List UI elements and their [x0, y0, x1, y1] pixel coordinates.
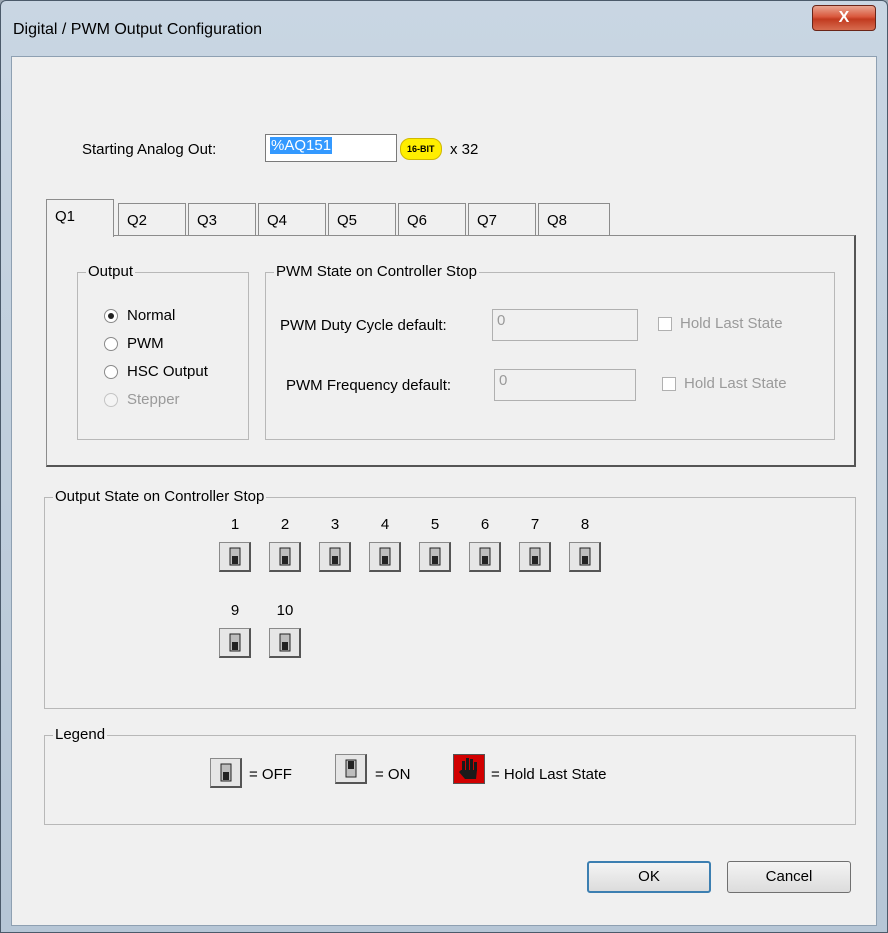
- radio-normal[interactable]: Normal: [104, 307, 175, 327]
- ok-button[interactable]: OK: [587, 861, 711, 893]
- output-number-4: 4: [380, 516, 390, 533]
- output-group-title: Output: [86, 263, 136, 280]
- starting-analog-out-label: Starting Analog Out:: [82, 141, 217, 158]
- output-switch-9[interactable]: [219, 628, 251, 658]
- switch-off-icon: [229, 633, 241, 652]
- switch-off-icon: [279, 633, 291, 652]
- switch-off-icon: [579, 547, 591, 566]
- hold-last-state-frequency-label: Hold Last State: [684, 375, 787, 392]
- hold-last-state-frequency: Hold Last State: [662, 375, 787, 392]
- switch-off-icon: [279, 547, 291, 566]
- close-button[interactable]: X: [812, 5, 876, 31]
- output-number-5: 5: [430, 516, 440, 533]
- output-number-2: 2: [280, 516, 290, 533]
- radio-pwm[interactable]: PWM: [104, 335, 164, 355]
- tab-q6[interactable]: Q6: [398, 203, 466, 235]
- hold-last-state-duty-checkbox: [658, 317, 672, 332]
- output-group: Output Normal PWM HSC Output Stepper: [77, 263, 249, 440]
- hold-last-state-frequency-checkbox: [662, 377, 676, 392]
- title-bar[interactable]: Digital / PWM Output Configuration X: [1, 1, 887, 53]
- output-switch-10[interactable]: [269, 628, 301, 658]
- dialog-client-area: Starting Analog Out: %AQ151 16-BIT x 32 …: [11, 56, 877, 926]
- switch-off-icon: [479, 547, 491, 566]
- pwm-duty-cycle-label: PWM Duty Cycle default:: [280, 317, 447, 334]
- switch-off-icon: [229, 547, 241, 566]
- radio-normal-label: Normal: [127, 307, 176, 324]
- cancel-button[interactable]: Cancel: [727, 861, 851, 893]
- tab-q5[interactable]: Q5: [328, 203, 396, 235]
- starting-analog-out-input[interactable]: %AQ151: [265, 134, 397, 162]
- tab-q1[interactable]: Q1: [46, 199, 114, 237]
- pwm-frequency-input: 0: [494, 369, 636, 401]
- output-number-6: 6: [480, 516, 490, 533]
- output-switch-3[interactable]: [319, 542, 351, 572]
- radio-pwm-label: PWM: [127, 335, 164, 352]
- radio-hsc-output[interactable]: HSC Output: [104, 363, 208, 383]
- dialog-window: Digital / PWM Output Configuration X Sta…: [0, 0, 888, 933]
- output-switch-5[interactable]: [419, 542, 451, 572]
- legend-group: Legend = OFF = ON = Hold Last State: [44, 726, 856, 825]
- window-title: Digital / PWM Output Configuration: [13, 21, 262, 38]
- legend-on-label: = ON: [375, 766, 411, 783]
- tab-q7[interactable]: Q7: [468, 203, 536, 235]
- pwm-state-group: PWM State on Controller Stop PWM Duty Cy…: [265, 263, 835, 440]
- output-state-group: Output State on Controller Stop 1 2 3 4 5 6 7 8…: [44, 488, 856, 709]
- legend-group-title: Legend: [53, 726, 108, 743]
- output-switch-4[interactable]: [369, 542, 401, 572]
- legend-on-icon: [335, 754, 367, 784]
- output-number-10: 10: [276, 602, 294, 619]
- pwm-frequency-label: PWM Frequency default:: [286, 377, 452, 394]
- output-number-3: 3: [330, 516, 340, 533]
- hold-last-state-duty-label: Hold Last State: [680, 315, 783, 332]
- tab-panel-q1: Output Normal PWM HSC Output Stepper PWM…: [46, 235, 856, 467]
- hold-last-state-hand-icon: [453, 754, 485, 784]
- starting-analog-out-value: %AQ151: [270, 137, 333, 154]
- switch-off-icon: [529, 547, 541, 566]
- radio-stepper-label: Stepper: [127, 391, 180, 408]
- tab-q2[interactable]: Q2: [118, 203, 186, 235]
- legend-off-icon: [210, 758, 242, 788]
- tab-q4[interactable]: Q4: [258, 203, 326, 235]
- switch-off-icon: [429, 547, 441, 566]
- output-switch-6[interactable]: [469, 542, 501, 572]
- output-switch-1[interactable]: [219, 542, 251, 572]
- radio-pwm-button[interactable]: [104, 337, 118, 352]
- output-switch-7[interactable]: [519, 542, 551, 572]
- output-number-1: 1: [230, 516, 240, 533]
- radio-normal-button[interactable]: [104, 309, 118, 324]
- output-number-8: 8: [580, 516, 590, 533]
- 16-bit-badge: 16-BIT: [400, 138, 442, 160]
- output-number-7: 7: [530, 516, 540, 533]
- pwm-duty-cycle-input: 0: [492, 309, 638, 341]
- pwm-state-group-title: PWM State on Controller Stop: [274, 263, 479, 280]
- hold-last-state-duty: Hold Last State: [658, 315, 783, 332]
- radio-stepper: Stepper: [104, 391, 180, 411]
- radio-hsc-output-label: HSC Output: [127, 363, 208, 380]
- output-state-group-title: Output State on Controller Stop: [53, 488, 267, 505]
- tab-q8[interactable]: Q8: [538, 203, 610, 235]
- output-switch-8[interactable]: [569, 542, 601, 572]
- switch-off-icon: [329, 547, 341, 566]
- analog-multiplier: x 32: [450, 141, 479, 158]
- tab-q3[interactable]: Q3: [188, 203, 256, 235]
- output-switch-2[interactable]: [269, 542, 301, 572]
- output-number-9: 9: [230, 602, 240, 619]
- radio-hsc-output-button[interactable]: [104, 365, 118, 380]
- switch-off-icon: [379, 547, 391, 566]
- legend-hold-label: = Hold Last State: [491, 766, 607, 783]
- radio-stepper-button: [104, 393, 118, 408]
- legend-off-label: = OFF: [249, 766, 292, 783]
